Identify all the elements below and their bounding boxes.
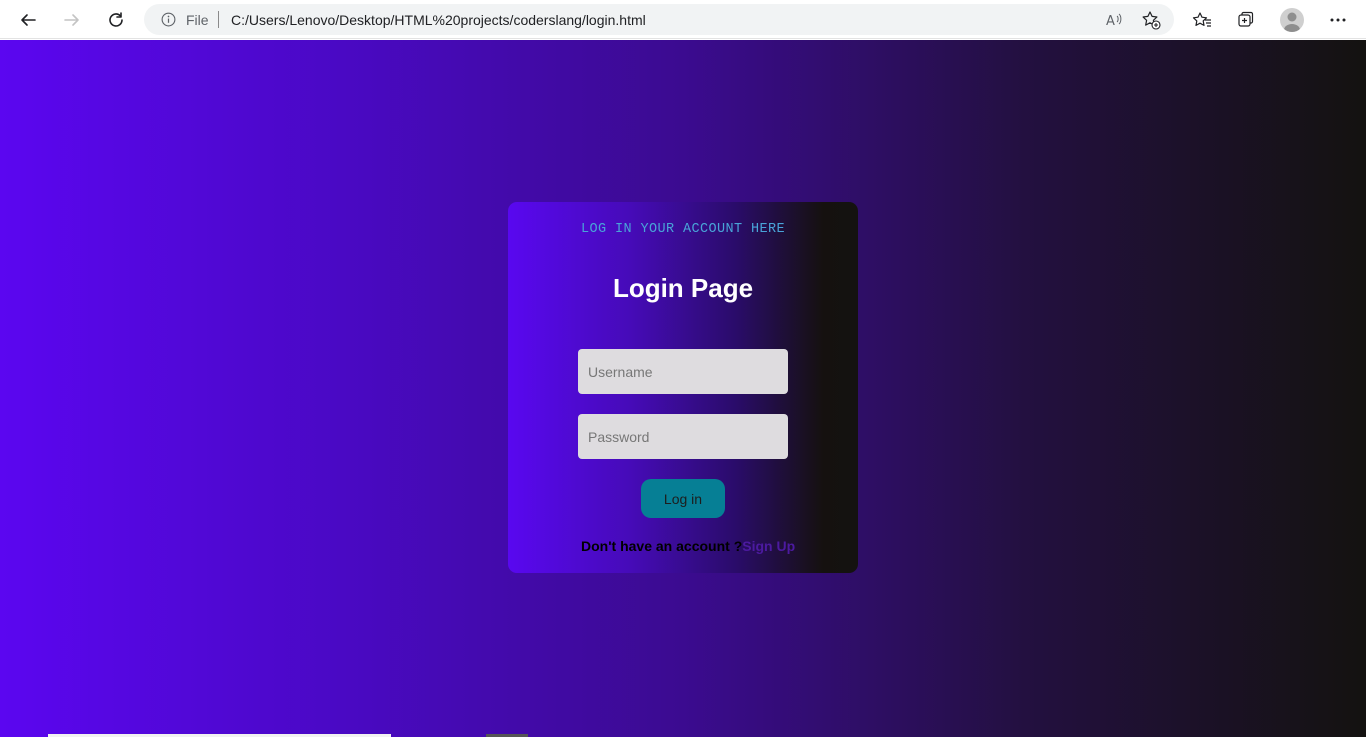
back-button[interactable]	[13, 5, 43, 35]
browser-toolbar: File C:/Users/Lenovo/Desktop/HTML%20proj…	[0, 0, 1366, 39]
collections-button[interactable]	[1231, 5, 1261, 35]
file-label: File	[186, 12, 209, 28]
back-arrow-icon	[21, 14, 36, 26]
username-input[interactable]	[578, 349, 788, 394]
svg-text:A: A	[1106, 14, 1115, 28]
forward-arrow-icon	[64, 14, 79, 26]
address-bar[interactable]: File C:/Users/Lenovo/Desktop/HTML%20proj…	[144, 4, 1174, 35]
add-favorite-icon	[1142, 11, 1161, 30]
read-aloud-button[interactable]: A	[1105, 10, 1125, 30]
info-icon[interactable]	[161, 12, 176, 27]
collections-icon	[1238, 11, 1254, 27]
refresh-icon	[109, 12, 123, 27]
signup-line: Don't have an account ?Sign Up	[581, 538, 795, 554]
login-subtitle: LOG IN YOUR ACCOUNT HERE	[580, 222, 786, 237]
login-button[interactable]: Log in	[641, 479, 725, 518]
forward-button[interactable]	[57, 5, 87, 35]
add-favorite-button[interactable]	[1141, 10, 1161, 30]
page-title: Login Page	[612, 273, 754, 303]
favorites-button[interactable]	[1187, 5, 1217, 35]
login-card: LOG IN YOUR ACCOUNT HERE Login Page Log …	[508, 202, 858, 573]
page-background: LOG IN YOUR ACCOUNT HERE Login Page Log …	[0, 40, 1366, 737]
more-menu-button[interactable]	[1323, 5, 1353, 35]
read-aloud-icon: A	[1106, 13, 1122, 28]
more-icon	[1330, 18, 1346, 22]
profile-icon	[1284, 12, 1300, 32]
signup-prompt: Don't have an account ?	[581, 538, 743, 554]
url-text[interactable]: C:/Users/Lenovo/Desktop/HTML%20projects/…	[231, 12, 646, 28]
signup-link[interactable]: Sign Up	[742, 538, 795, 554]
profile-avatar[interactable]	[1280, 8, 1304, 32]
favorites-icon	[1192, 12, 1211, 27]
address-separator	[218, 11, 219, 28]
refresh-button[interactable]	[101, 5, 131, 35]
password-input[interactable]	[578, 414, 788, 459]
